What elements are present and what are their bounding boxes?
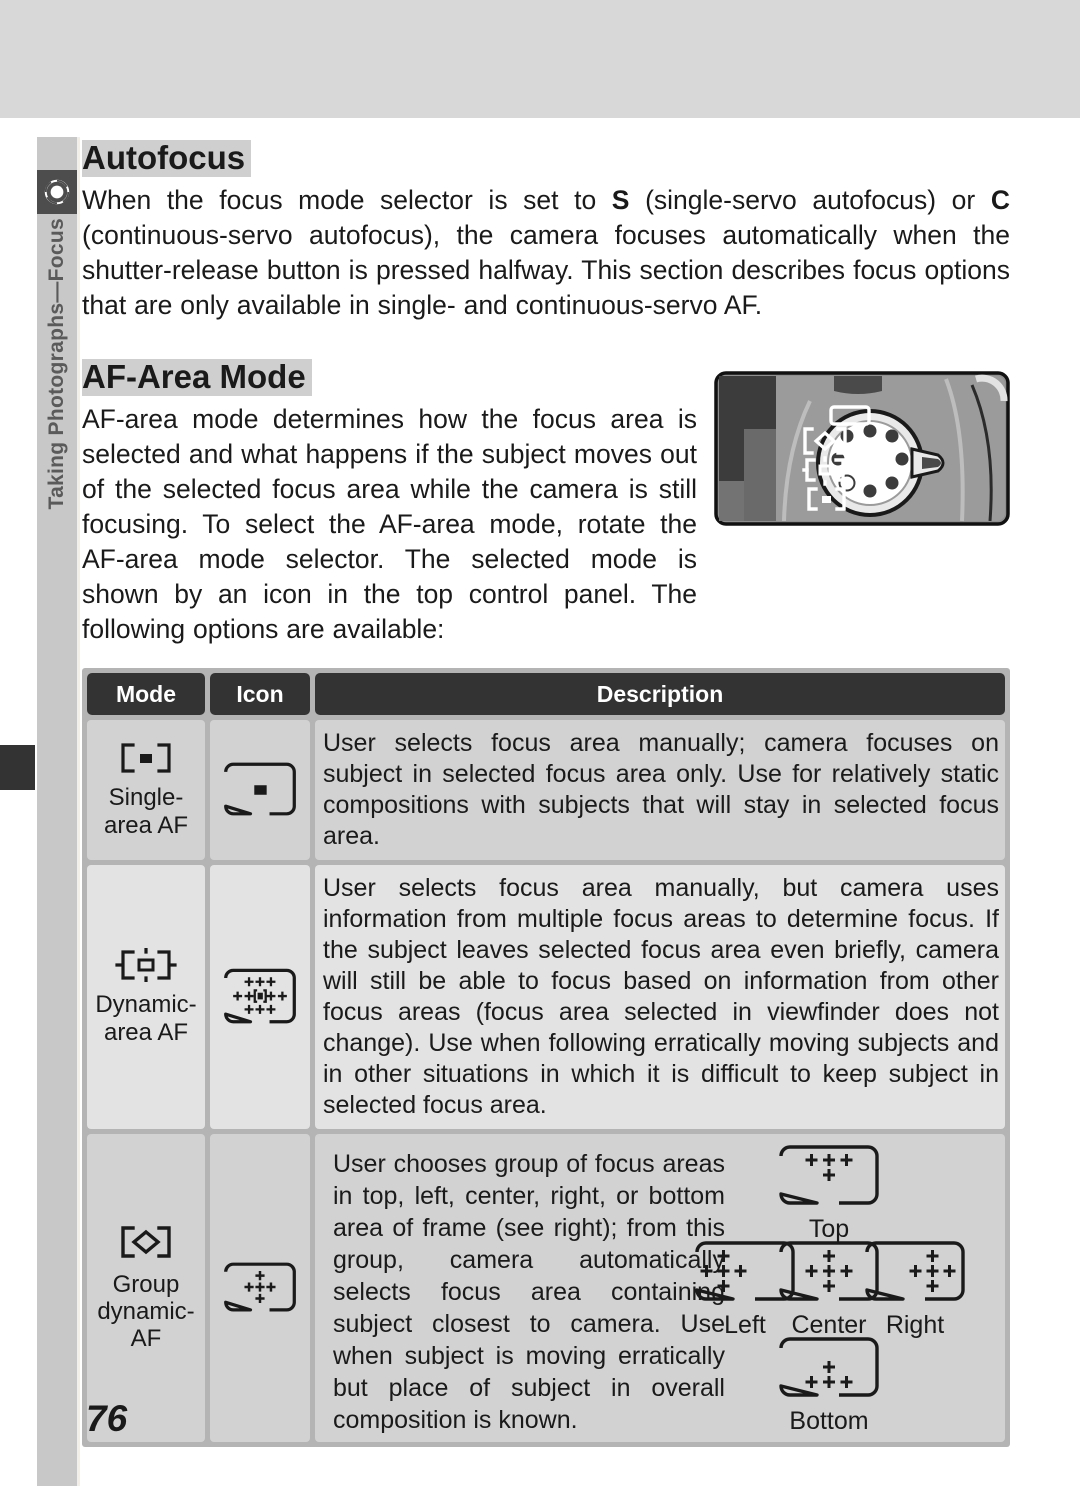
table-header-row: Mode Icon Description [87, 673, 1005, 715]
page-content: Autofocus When the focus mode selector i… [82, 130, 1010, 647]
group-dynamic-af-icon [113, 1223, 179, 1267]
autofocus-paragraph: When the focus mode selector is set to S… [82, 183, 1010, 323]
af-area-paragraph: AF-area mode determines how the focus ar… [82, 403, 697, 644]
viewfinder-group-center-icon [224, 1262, 296, 1312]
mode-label-line2: area AF [103, 1018, 189, 1046]
viewfinder-single-point-icon [224, 762, 296, 816]
aperture-icon [37, 170, 77, 214]
side-tab-label: Taking Photographs—Focus [45, 218, 68, 510]
description-cell-single-area-af: User selects focus area manually; camera… [315, 720, 1005, 860]
autofocus-heading-wrap: Autofocus [82, 139, 1010, 177]
page-edge-marker [0, 745, 35, 790]
right-group-label: Right [885, 1311, 945, 1339]
mode-label-line1: Group [112, 1270, 180, 1298]
icon-cell-dynamic-area-af [210, 865, 310, 1129]
column-header-mode: Mode [87, 673, 205, 715]
table-row: Group dynamic- AF User chooses group of … [87, 1134, 1005, 1442]
autofocus-text-post: (continuous-servo autofocus), the camera… [82, 219, 1010, 320]
table-row: Dynamic- area AF User selects focus area… [87, 865, 1005, 1129]
group-dynamic-description: User chooses group of focus areas in top… [333, 1150, 725, 1434]
page-title: Autofocus [82, 139, 252, 177]
right-group-diagram: Right [863, 1240, 967, 1338]
top-group-diagram: Top [777, 1144, 881, 1242]
autofocus-text-mid: (single-servo autofocus) or [629, 184, 991, 215]
mode-cell-dynamic-area-af: Dynamic- area AF [87, 865, 205, 1129]
focus-mode-s-label: S [611, 184, 630, 215]
side-tab-hairline [77, 137, 80, 1486]
mode-label-line2: area AF [103, 811, 189, 839]
column-header-icon: Icon [210, 673, 310, 715]
group-dynamic-body: User chooses group of focus areas in top… [325, 1140, 995, 1436]
description-cell-group-dynamic-af: User chooses group of focus areas in top… [315, 1134, 1005, 1442]
column-header-description: Description [315, 673, 1005, 715]
mode-label-line1: Single- [108, 784, 184, 812]
icon-cell-group-dynamic-af [210, 1134, 310, 1442]
description-cell-dynamic-area-af: User selects focus area manually, but ca… [315, 865, 1005, 1129]
table-row: Single- area AF User selects focus area … [87, 720, 1005, 860]
mode-cell-single-area-af: Single- area AF [87, 720, 205, 860]
mode-label-line2: dynamic- [97, 1298, 195, 1325]
dynamic-area-af-icon [113, 947, 179, 988]
page-number: 76 [86, 1398, 128, 1439]
section-title-af-area-mode: AF-Area Mode [82, 358, 312, 396]
page-top-band [0, 0, 1080, 118]
mode-label-line1: Dynamic- [95, 991, 197, 1019]
group-area-diagrams: Top Left Center Right Bottom [693, 1144, 993, 1434]
af-area-mode-table: Mode Icon Description Single- area AF Us… [82, 668, 1010, 1447]
focus-mode-c-label: C [990, 184, 1010, 215]
mode-cell-group-dynamic-af: Group dynamic- AF [87, 1134, 205, 1442]
camera-top-illustration [714, 371, 1010, 526]
af-area-mode-section: AF-Area Mode AF-area mode determines how… [82, 358, 1010, 647]
single-area-af-icon [115, 741, 177, 781]
top-group-label: Top [808, 1215, 850, 1243]
mode-label-line3: AF [130, 1325, 162, 1353]
autofocus-text-pre: When the focus mode selector is set to [82, 184, 612, 215]
bottom-group-label: Bottom [789, 1407, 869, 1435]
side-tab-label-wrap: Taking Photographs—Focus [37, 218, 77, 778]
viewfinder-dynamic-grid-icon [224, 968, 296, 1024]
icon-cell-single-area-af [210, 720, 310, 860]
bottom-group-diagram: Bottom [777, 1336, 881, 1434]
